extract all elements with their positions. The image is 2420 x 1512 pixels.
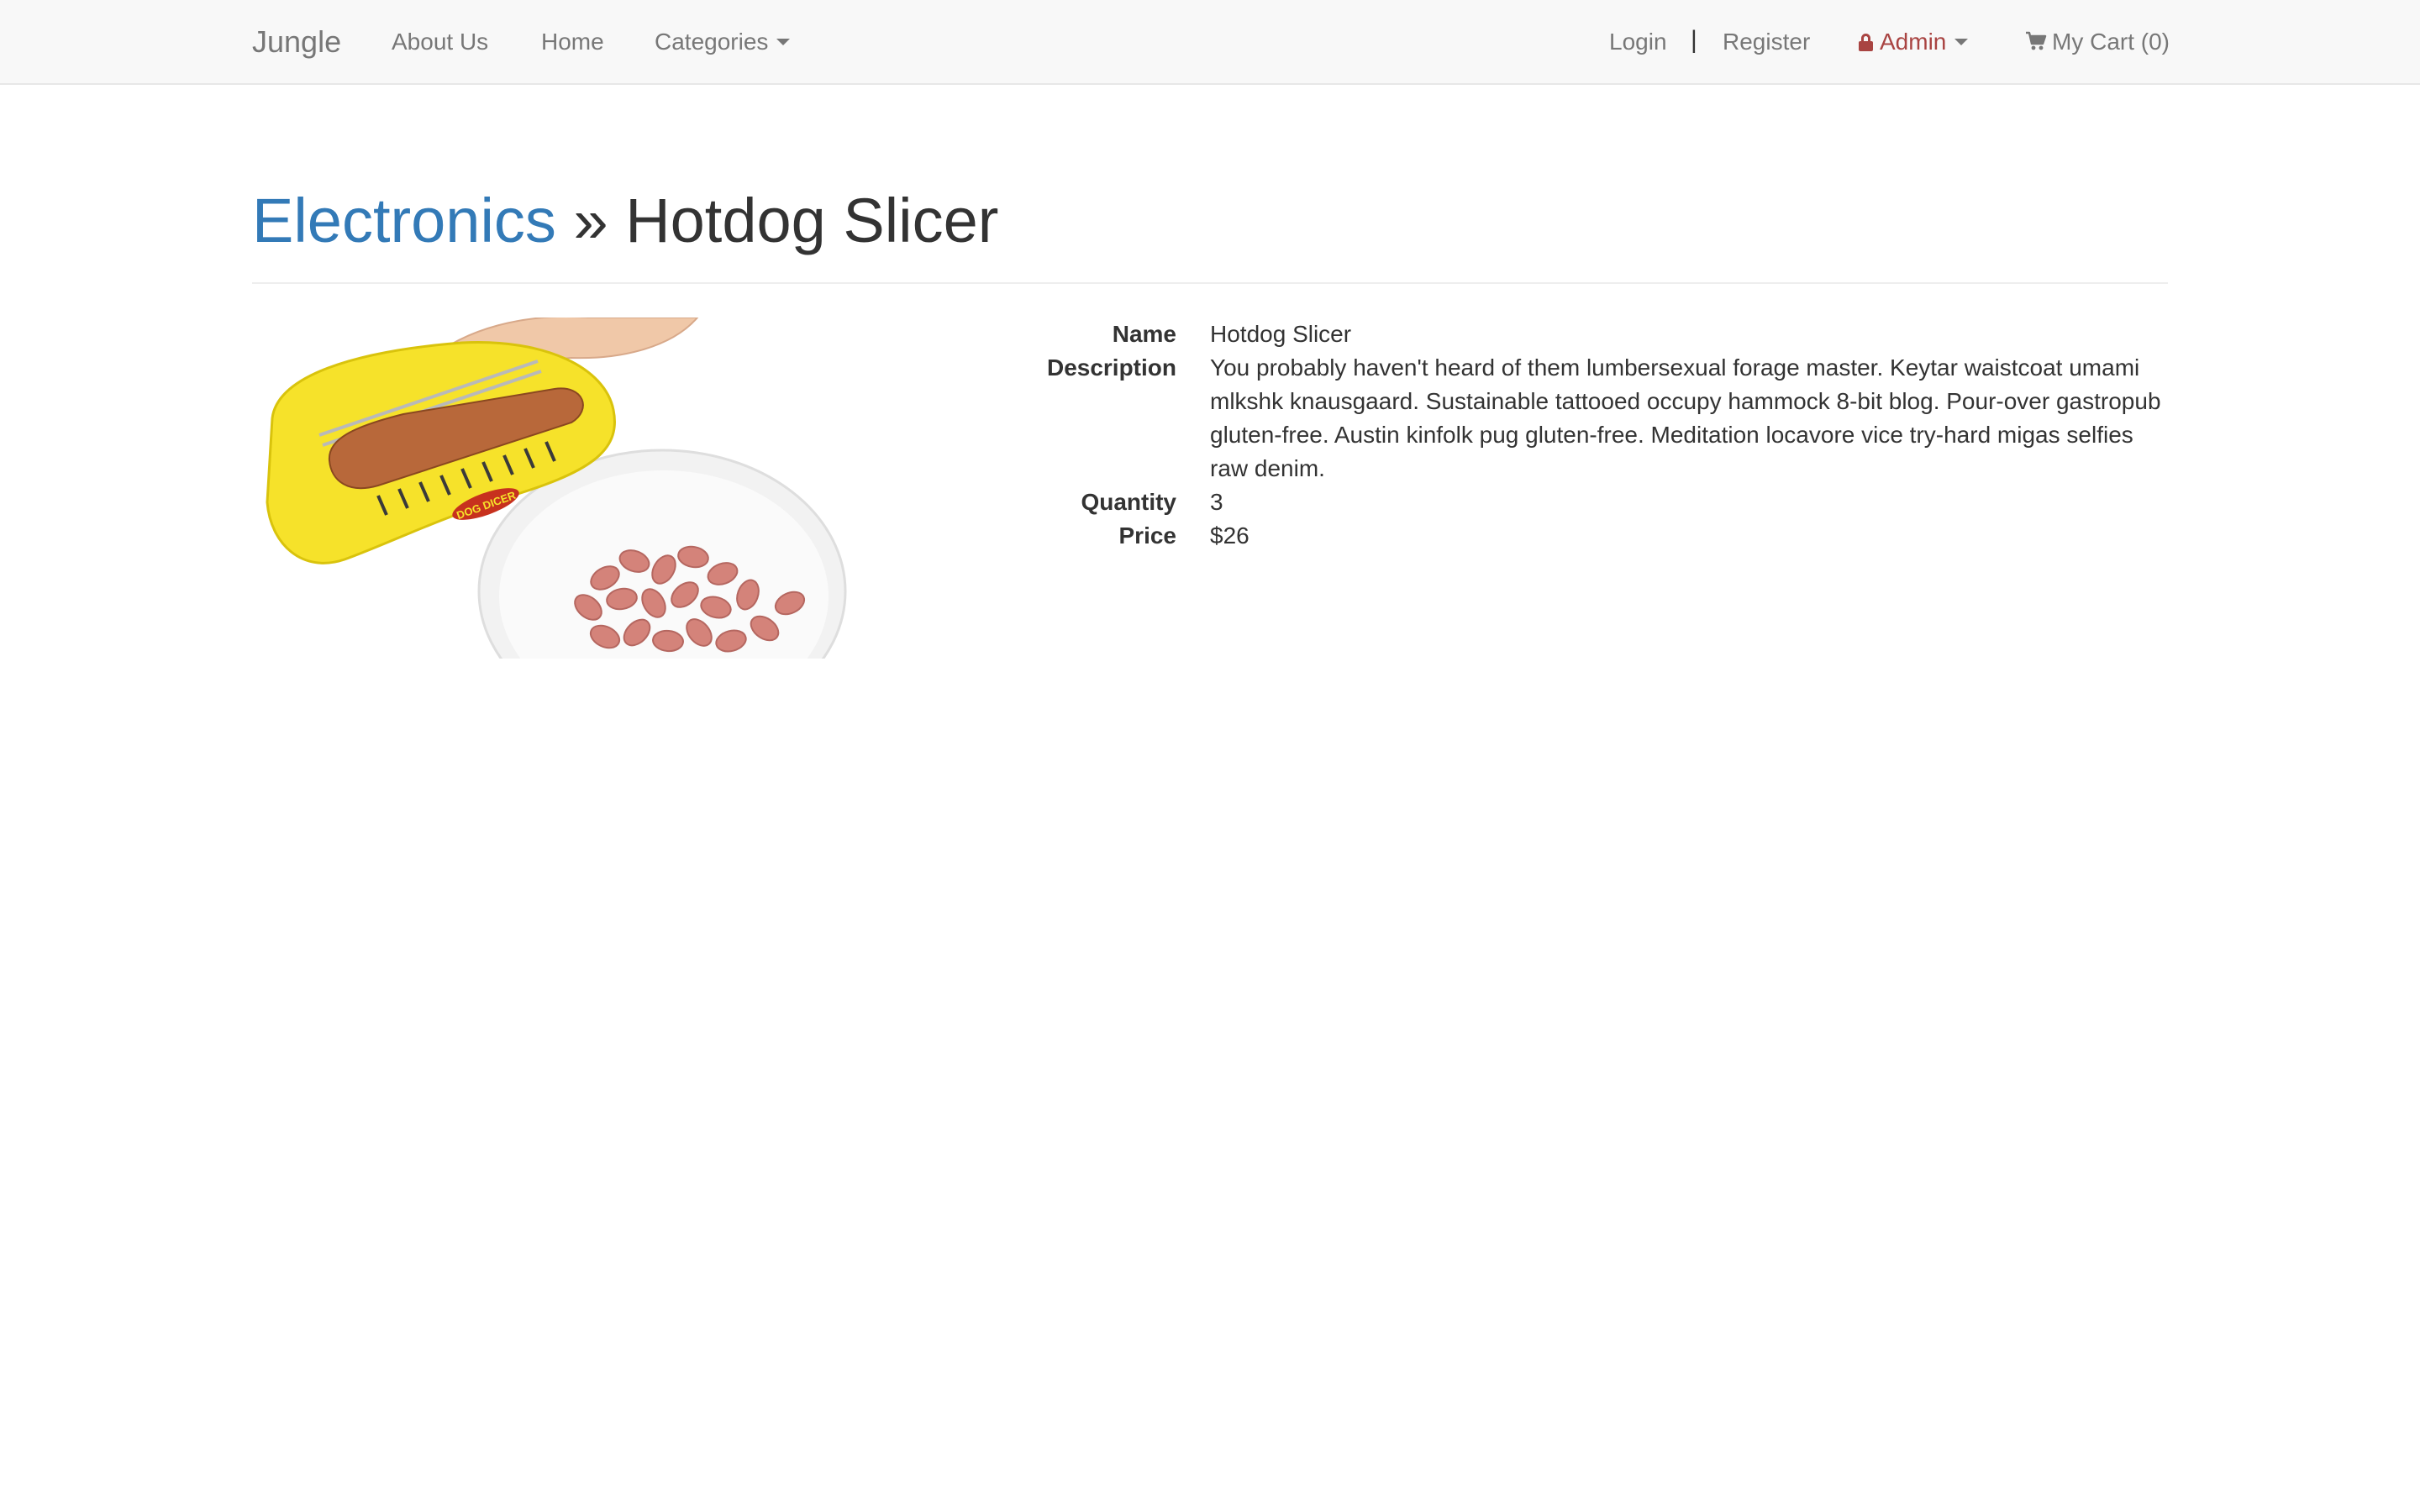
nav-about-us[interactable]: About Us: [392, 27, 488, 57]
shopping-cart-icon: [2026, 31, 2047, 50]
quantity-value: 3: [1210, 489, 1223, 515]
name-label: Name: [1112, 321, 1176, 347]
caret-down-icon: [776, 38, 791, 45]
page-title: Electronics » Hotdog Slicer: [252, 183, 998, 259]
navbar-container: Jungle About Us Home Categories Login | …: [252, 0, 2170, 84]
description-label: Description: [1046, 354, 1176, 381]
nav-separator: |: [1691, 26, 1697, 54]
nav-categories-label: Categories: [655, 29, 769, 55]
description-value: You probably haven't heard of them lumbe…: [1210, 354, 2161, 481]
detail-row-name: Name Hotdog Slicer: [891, 318, 2168, 351]
page-header: Electronics » Hotdog Slicer: [252, 176, 2168, 284]
brand-link[interactable]: Jungle: [252, 24, 341, 60]
lock-icon: [1859, 34, 1873, 51]
caret-down-icon: [1954, 38, 1969, 45]
detail-row-price: Price $26: [891, 519, 2168, 553]
detail-row-quantity: Quantity 3: [891, 486, 2168, 519]
nav-home[interactable]: Home: [541, 27, 604, 57]
nav-categories-dropdown[interactable]: Categories: [655, 27, 791, 57]
login-link[interactable]: Login: [1609, 27, 1667, 57]
quantity-label: Quantity: [1081, 489, 1176, 515]
admin-dropdown[interactable]: Admin: [1859, 27, 1969, 57]
name-value: Hotdog Slicer: [1210, 321, 1352, 347]
breadcrumb-divider: »: [555, 186, 626, 255]
hotdog-slicer-illustration: DOG DICER: [266, 318, 847, 659]
top-navbar: Jungle About Us Home Categories Login | …: [0, 0, 2420, 85]
detail-row-description: Description You probably haven't heard o…: [891, 351, 2168, 486]
register-link[interactable]: Register: [1723, 27, 1810, 57]
price-value: $26: [1210, 522, 1249, 549]
breadcrumb-category-link[interactable]: Electronics: [252, 186, 556, 255]
my-cart-label: My Cart (0): [2052, 29, 2170, 55]
admin-label: Admin: [1880, 29, 1947, 55]
product-image: DOG DICER: [252, 318, 849, 659]
product-details: Name Hotdog Slicer Description You proba…: [891, 318, 2168, 553]
my-cart-link[interactable]: My Cart (0): [2025, 27, 2170, 57]
price-label: Price: [1118, 522, 1177, 549]
breadcrumb-product: Hotdog Slicer: [625, 186, 999, 255]
